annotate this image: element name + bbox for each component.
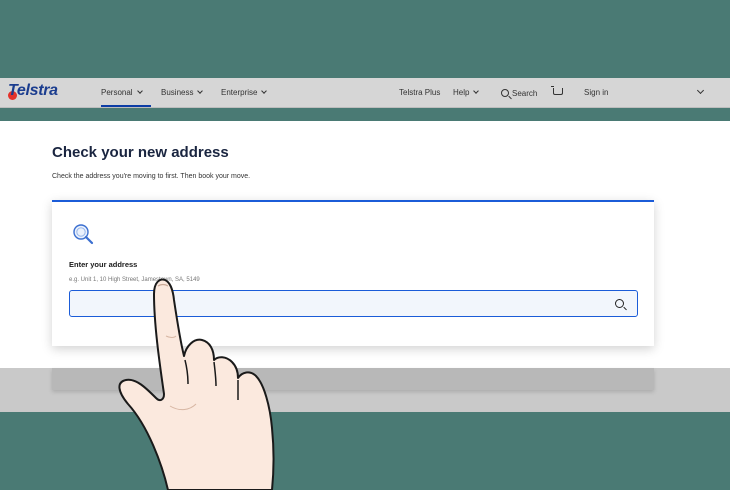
search-icon[interactable] — [615, 299, 624, 308]
page-title: Check your new address — [52, 144, 229, 161]
chevron-down-icon — [261, 88, 268, 94]
telstra-logo[interactable]: Telstra — [8, 82, 58, 100]
backdrop-top — [0, 0, 730, 78]
nav-cart[interactable] — [551, 86, 563, 97]
nav-active-indicator — [101, 105, 151, 107]
nav-personal[interactable]: Personal — [101, 88, 143, 97]
pointing-hand — [118, 278, 275, 490]
nav-help[interactable]: Help — [453, 88, 480, 97]
nav-business-label: Business — [161, 88, 194, 97]
nav-business[interactable]: Business — [161, 88, 204, 97]
top-navbar: Telstra Personal Business Enterprise Tel… — [0, 78, 730, 108]
chevron-down-icon — [473, 88, 480, 94]
nav-help-label: Help — [453, 88, 470, 97]
nav-enterprise[interactable]: Enterprise — [221, 88, 268, 97]
magnifier-icon — [73, 224, 94, 245]
nav-search-label: Search — [512, 89, 538, 98]
nav-telstra-plus[interactable]: Telstra Plus — [399, 88, 440, 97]
chevron-down-icon — [136, 88, 143, 94]
cart-icon — [551, 86, 563, 95]
chevron-down-icon[interactable] — [696, 86, 705, 95]
page-subtitle: Check the address you're moving to first… — [52, 173, 251, 180]
chevron-down-icon — [197, 88, 204, 94]
nav-personal-label: Personal — [101, 88, 133, 97]
nav-enterprise-label: Enterprise — [221, 88, 258, 97]
search-icon — [501, 89, 509, 97]
address-field-label: Enter your address — [69, 260, 138, 269]
nav-sign-in[interactable]: Sign in — [584, 88, 608, 97]
nav-search[interactable]: Search — [501, 88, 537, 98]
